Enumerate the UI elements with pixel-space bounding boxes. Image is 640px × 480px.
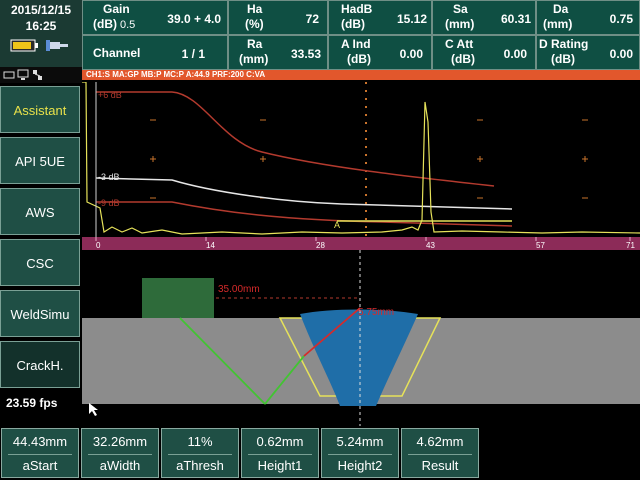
dimension-2: 5.75mm [358, 307, 394, 318]
menu-crackh[interactable]: CrackH. [0, 341, 80, 388]
dimension-1: 35.00mm [218, 284, 260, 295]
ha-value: 72 [305, 12, 319, 26]
hadb-value: 15.12 [396, 12, 427, 26]
btn-result[interactable]: 4.62mm Result [401, 428, 479, 478]
mouse-pointer-icon [89, 403, 98, 416]
channel-cell[interactable]: Channel 1 / 1 [82, 35, 228, 70]
fps-readout: 23.59 fps [0, 392, 80, 414]
height2-value: 5.24mm [336, 434, 384, 449]
ruler-tick-71: 71 [626, 241, 635, 250]
btn-awidth[interactable]: 32.26mm aWidth [81, 428, 159, 478]
gain-unit: (dB) [93, 17, 117, 31]
astart-label: aStart [22, 458, 58, 473]
result-value: 4.62mm [416, 434, 464, 449]
da-label: Da [553, 2, 569, 16]
ha-unit: (%) [245, 17, 264, 31]
battery-icon [10, 39, 68, 52]
sa-cell: Sa (mm) 60.31 [432, 0, 536, 35]
drating-unit: (dB) [551, 52, 575, 66]
dac-curve-minus3 [95, 177, 513, 210]
ruler-tick-0: 0 [96, 241, 101, 250]
height2-label: Height2 [337, 458, 383, 473]
keyboard-icon [3, 71, 15, 79]
athresh-value: 11% [187, 434, 213, 449]
btn-athresh[interactable]: 11% aThresh [161, 428, 239, 478]
device-icon-strip [0, 67, 82, 83]
da-cell: Da (mm) 0.75 [536, 0, 640, 35]
sa-value: 60.31 [500, 12, 531, 26]
ha-cell: Ha (%) 72 [228, 0, 328, 35]
curve-label-2: -3 dB [98, 172, 120, 182]
ra-cell: Ra (mm) 33.53 [228, 35, 328, 70]
catt-unit: (dB) [451, 52, 475, 66]
usb-plug-icon [46, 40, 68, 51]
drating-cell: D Rating (dB) 0.00 [536, 35, 640, 70]
result-label: Result [421, 458, 459, 473]
echo-signal [82, 81, 640, 235]
curve-label-3: -9 dB [98, 198, 120, 208]
athresh-label: aThresh [176, 458, 224, 473]
da-unit: (mm) [543, 17, 573, 31]
drating-label: D Rating [539, 37, 589, 51]
sa-label: Sa [453, 2, 468, 16]
a-scan-display[interactable]: +6 dB -3 dB -9 dB A [82, 81, 640, 237]
date-text: 2015/12/15 [10, 3, 72, 17]
time-text: 16:25 [25, 19, 57, 33]
gain-label: Gain [103, 2, 130, 16]
menu-assistant[interactable]: Assistant [0, 86, 80, 133]
hadb-cell: HadB (dB) 15.12 [328, 0, 432, 35]
awidth-value: 32.26mm [92, 434, 148, 449]
drating-value: 0.00 [609, 47, 633, 61]
ra-unit: (mm) [239, 52, 269, 66]
status-panel: 2015/12/15 16:25 [0, 0, 82, 67]
catt-cell: C Att (dB) 0.00 [432, 35, 536, 70]
aind-value: 0.00 [399, 47, 423, 61]
height1-label: Height1 [257, 458, 303, 473]
aind-cell: A Ind (dB) 0.00 [328, 35, 432, 70]
curve-label-1: +6 dB [98, 90, 122, 100]
ruler-tick-43: 43 [426, 241, 435, 250]
btn-height2[interactable]: 5.24mm Height2 [321, 428, 399, 478]
sa-unit: (mm) [445, 17, 475, 31]
monitor-icon [17, 69, 29, 80]
channel-label: Channel [93, 46, 141, 60]
awidth-label: aWidth [99, 458, 141, 473]
grid-markers [150, 119, 588, 199]
ra-label: Ra [247, 37, 263, 51]
height1-value: 0.62mm [256, 434, 304, 449]
hadb-unit: (dB) [341, 17, 365, 31]
channel-value: 1 / 1 [181, 47, 205, 61]
dac-curve-minus9 [96, 201, 513, 227]
gain-step: 0.5 [120, 19, 136, 31]
probe-wedge [142, 278, 214, 318]
ruler-tick-14: 14 [206, 241, 215, 250]
gate-label: A [334, 220, 340, 230]
hadb-label: HadB [341, 2, 373, 16]
catt-value: 0.00 [503, 47, 527, 61]
catt-label: C Att [445, 37, 474, 51]
astart-value: 44.43mm [12, 434, 68, 449]
btn-astart[interactable]: 44.43mm aStart [1, 428, 79, 478]
menu-aws[interactable]: AWS [0, 188, 80, 235]
ruler-tick-28: 28 [316, 241, 325, 250]
ra-value: 33.53 [290, 47, 321, 61]
ha-label: Ha [247, 2, 263, 16]
depth-ruler: 0 14 28 43 57 71 [82, 237, 640, 250]
da-value: 0.75 [609, 12, 633, 26]
ruler-tick-57: 57 [536, 241, 545, 250]
channel-info-strip: CH1:S MA:GP MB:P MC:P A:44.9 PRF:200 C:V… [82, 70, 640, 80]
aind-label: A Ind [341, 37, 371, 51]
aind-unit: (dB) [347, 52, 371, 66]
dac-curve-plus6 [96, 91, 495, 187]
a-scan-plot: +6 dB -3 dB -9 dB A [82, 81, 640, 237]
weld-section-view[interactable]: 35.00mm 5.75mm [82, 250, 640, 426]
menu-csc[interactable]: CSC [0, 239, 80, 286]
gain-cell[interactable]: Gain (dB) 0.5 39.0 + 4.0 [82, 0, 228, 35]
network-icon [33, 70, 42, 80]
gain-value: 39.0 + 4.0 [167, 12, 221, 26]
menu-weldsimu[interactable]: WeldSimu [0, 290, 80, 337]
menu-api-5ue[interactable]: API 5UE [0, 137, 80, 184]
btn-height1[interactable]: 0.62mm Height1 [241, 428, 319, 478]
